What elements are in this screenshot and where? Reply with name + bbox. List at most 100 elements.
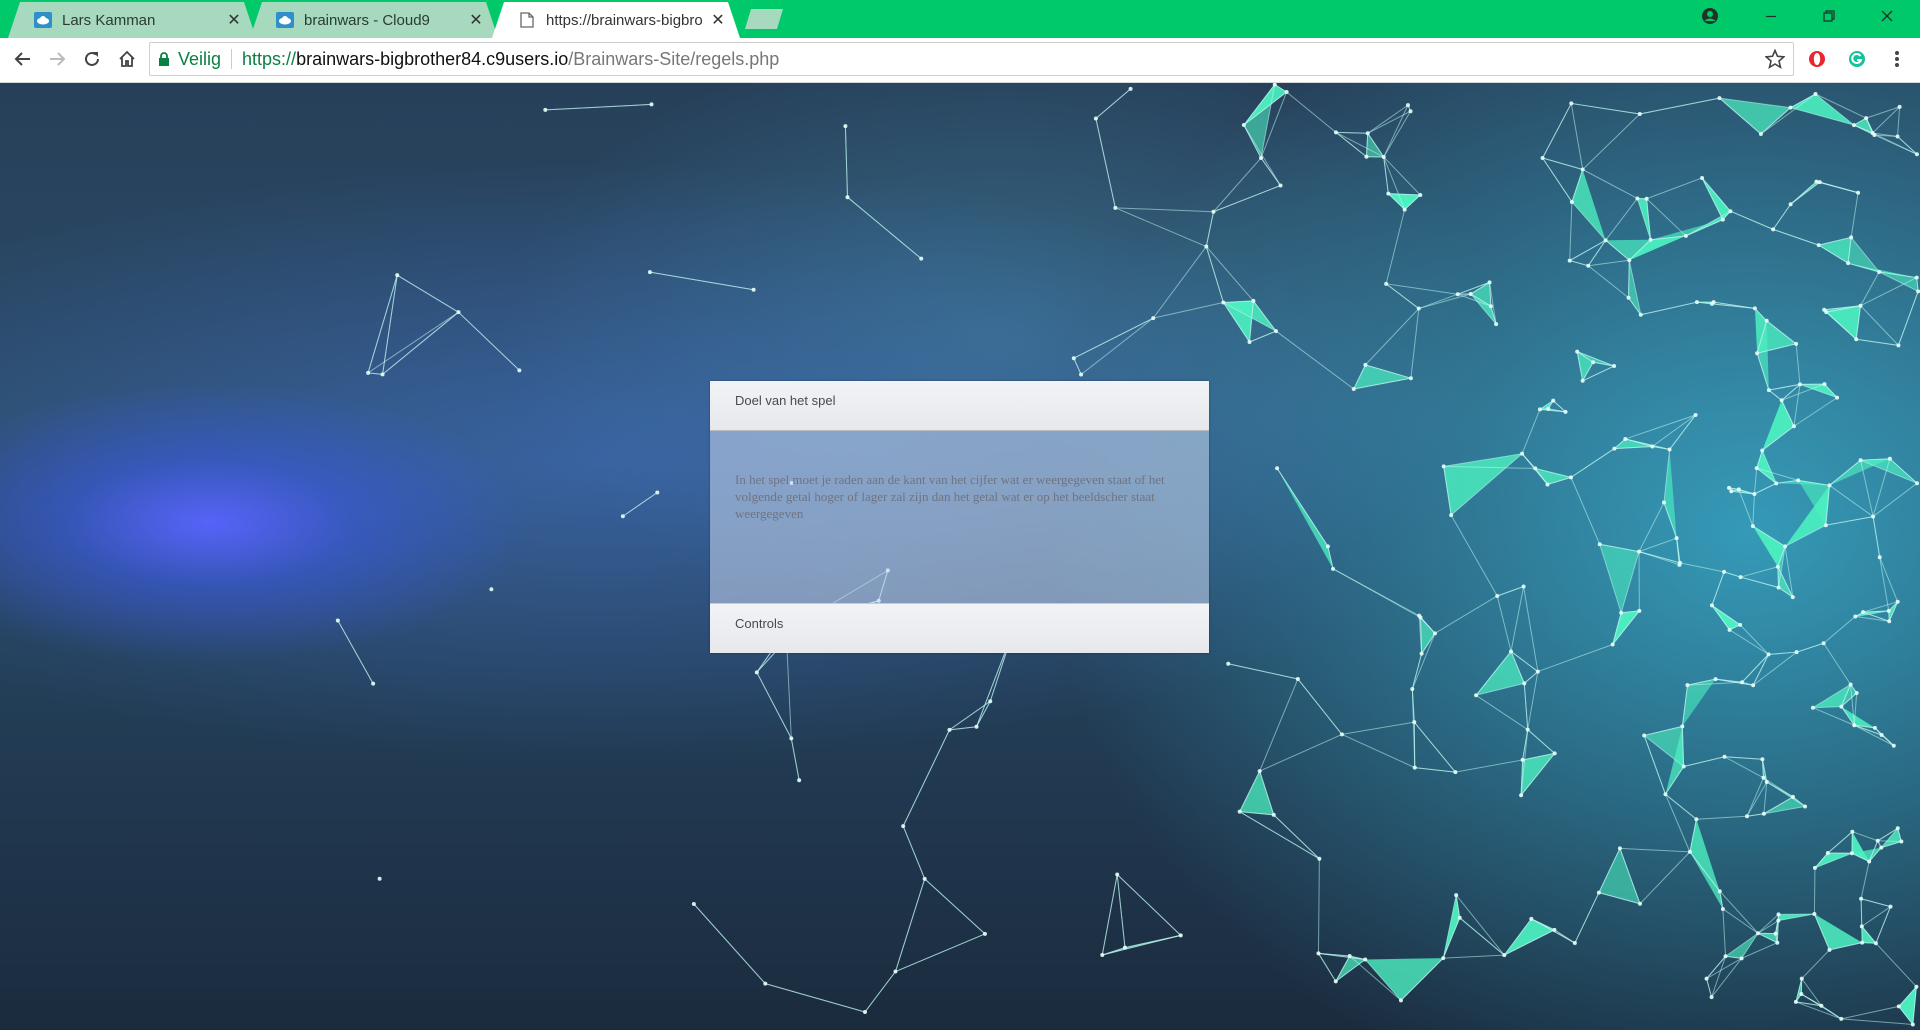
network-link: [1318, 953, 1337, 982]
network-link: [1879, 557, 1899, 602]
tab-lars-kamman[interactable]: Lars Kamman ✕: [8, 2, 256, 38]
network-link: [1872, 516, 1881, 558]
network-link: [902, 825, 926, 880]
network-facet: [1790, 93, 1854, 126]
secure-indicator[interactable]: Veilig: [158, 49, 221, 70]
close-icon[interactable]: ✕: [226, 10, 242, 30]
network-node: [1896, 343, 1901, 348]
network-node: [1533, 466, 1538, 471]
network-node: [1764, 318, 1769, 323]
network-node: [1887, 619, 1892, 624]
network-link: [1897, 106, 1901, 137]
network-node: [1797, 382, 1802, 387]
network-node: [1819, 1003, 1824, 1008]
network-node: [1888, 904, 1893, 909]
reload-button[interactable]: [77, 44, 107, 74]
network-link: [1297, 678, 1343, 735]
minimize-icon[interactable]: [1742, 0, 1800, 32]
network-node: [1745, 814, 1750, 819]
network-link: [1823, 642, 1852, 685]
network-link: [1413, 722, 1416, 768]
forward-button[interactable]: [42, 44, 72, 74]
network-node: [1848, 682, 1853, 687]
network-node: [1822, 307, 1827, 312]
network-link: [1286, 91, 1337, 133]
network-link: [458, 311, 520, 371]
network-node: [1637, 549, 1642, 554]
network-node: [1151, 316, 1156, 321]
bookmark-star-icon[interactable]: [1764, 48, 1786, 74]
network-link: [1766, 781, 1794, 798]
new-tab-button[interactable]: [745, 9, 785, 29]
network-node: [1779, 398, 1784, 403]
network-link: [902, 729, 950, 827]
network-link: [1860, 305, 1899, 346]
network-node: [754, 670, 759, 675]
close-icon[interactable]: ✕: [710, 10, 726, 30]
network-link: [1741, 654, 1769, 683]
opera-extension-icon[interactable]: [1802, 44, 1832, 74]
network-node: [1419, 651, 1424, 656]
network-node: [1895, 599, 1900, 604]
network-link: [1752, 654, 1769, 686]
network-node: [1794, 650, 1799, 655]
network-node: [1386, 191, 1391, 196]
back-button[interactable]: [8, 44, 38, 74]
network-node: [1333, 130, 1338, 135]
network-node: [1644, 196, 1649, 201]
accordion-header-controls[interactable]: Controls: [710, 603, 1209, 653]
network-node: [1694, 817, 1699, 822]
home-button[interactable]: [112, 44, 142, 74]
network-node: [1610, 642, 1615, 647]
network-node: [1799, 992, 1804, 997]
grammarly-extension-icon[interactable]: [1842, 44, 1872, 74]
network-node: [1887, 456, 1892, 461]
network-node: [1817, 180, 1822, 185]
network-node: [1773, 931, 1778, 936]
network-link: [1795, 343, 1801, 385]
network-link: [1570, 477, 1601, 545]
network-link: [1341, 733, 1415, 769]
network-facet: [1388, 193, 1421, 210]
accordion-header-goal[interactable]: Doel van het spel: [710, 381, 1209, 431]
network-node: [1569, 199, 1574, 204]
network-node: [863, 1009, 868, 1014]
network-node: [1115, 872, 1120, 877]
network-node: [1519, 793, 1524, 798]
network-node: [1509, 649, 1514, 654]
tab-brainwars-cloud9[interactable]: brainwars - Cloud9 ✕: [250, 2, 498, 38]
menu-kebab-icon[interactable]: [1882, 44, 1912, 74]
network-node: [1877, 269, 1882, 274]
network-node: [1775, 564, 1780, 569]
network-node: [1525, 727, 1530, 732]
network-node: [1722, 569, 1727, 574]
network-link: [1588, 259, 1630, 267]
network-link: [1746, 813, 1764, 817]
network-link: [1335, 131, 1384, 158]
restore-icon[interactable]: [1800, 0, 1858, 32]
network-node: [1545, 482, 1550, 487]
network-node: [1851, 123, 1856, 128]
network-node: [1468, 291, 1473, 296]
network-link: [1510, 586, 1525, 652]
close-icon[interactable]: ✕: [468, 10, 484, 30]
address-bar[interactable]: Veilig https://brainwars-bigbrother84.c9…: [149, 42, 1794, 76]
tab-strip: Lars Kamman ✕ brainwars - Cloud9 ✕ https…: [0, 0, 1920, 38]
network-link: [1095, 118, 1116, 208]
network-link: [1706, 978, 1713, 998]
network-facet: [1353, 364, 1411, 389]
network-node: [1754, 466, 1759, 471]
profile-icon[interactable]: [1681, 0, 1739, 32]
network-node: [1790, 794, 1795, 799]
network-node: [1259, 155, 1264, 160]
network-link: [790, 738, 800, 781]
network-link: [1793, 384, 1801, 427]
tab-regels-active[interactable]: https://brainwars-bigbro ✕: [492, 2, 740, 38]
close-window-icon[interactable]: [1858, 0, 1916, 32]
network-node: [1895, 826, 1900, 831]
network-link: [1527, 729, 1556, 754]
network-link: [1711, 958, 1743, 998]
network-node: [751, 287, 756, 292]
network-link: [1856, 338, 1899, 346]
network-node: [1226, 661, 1231, 666]
